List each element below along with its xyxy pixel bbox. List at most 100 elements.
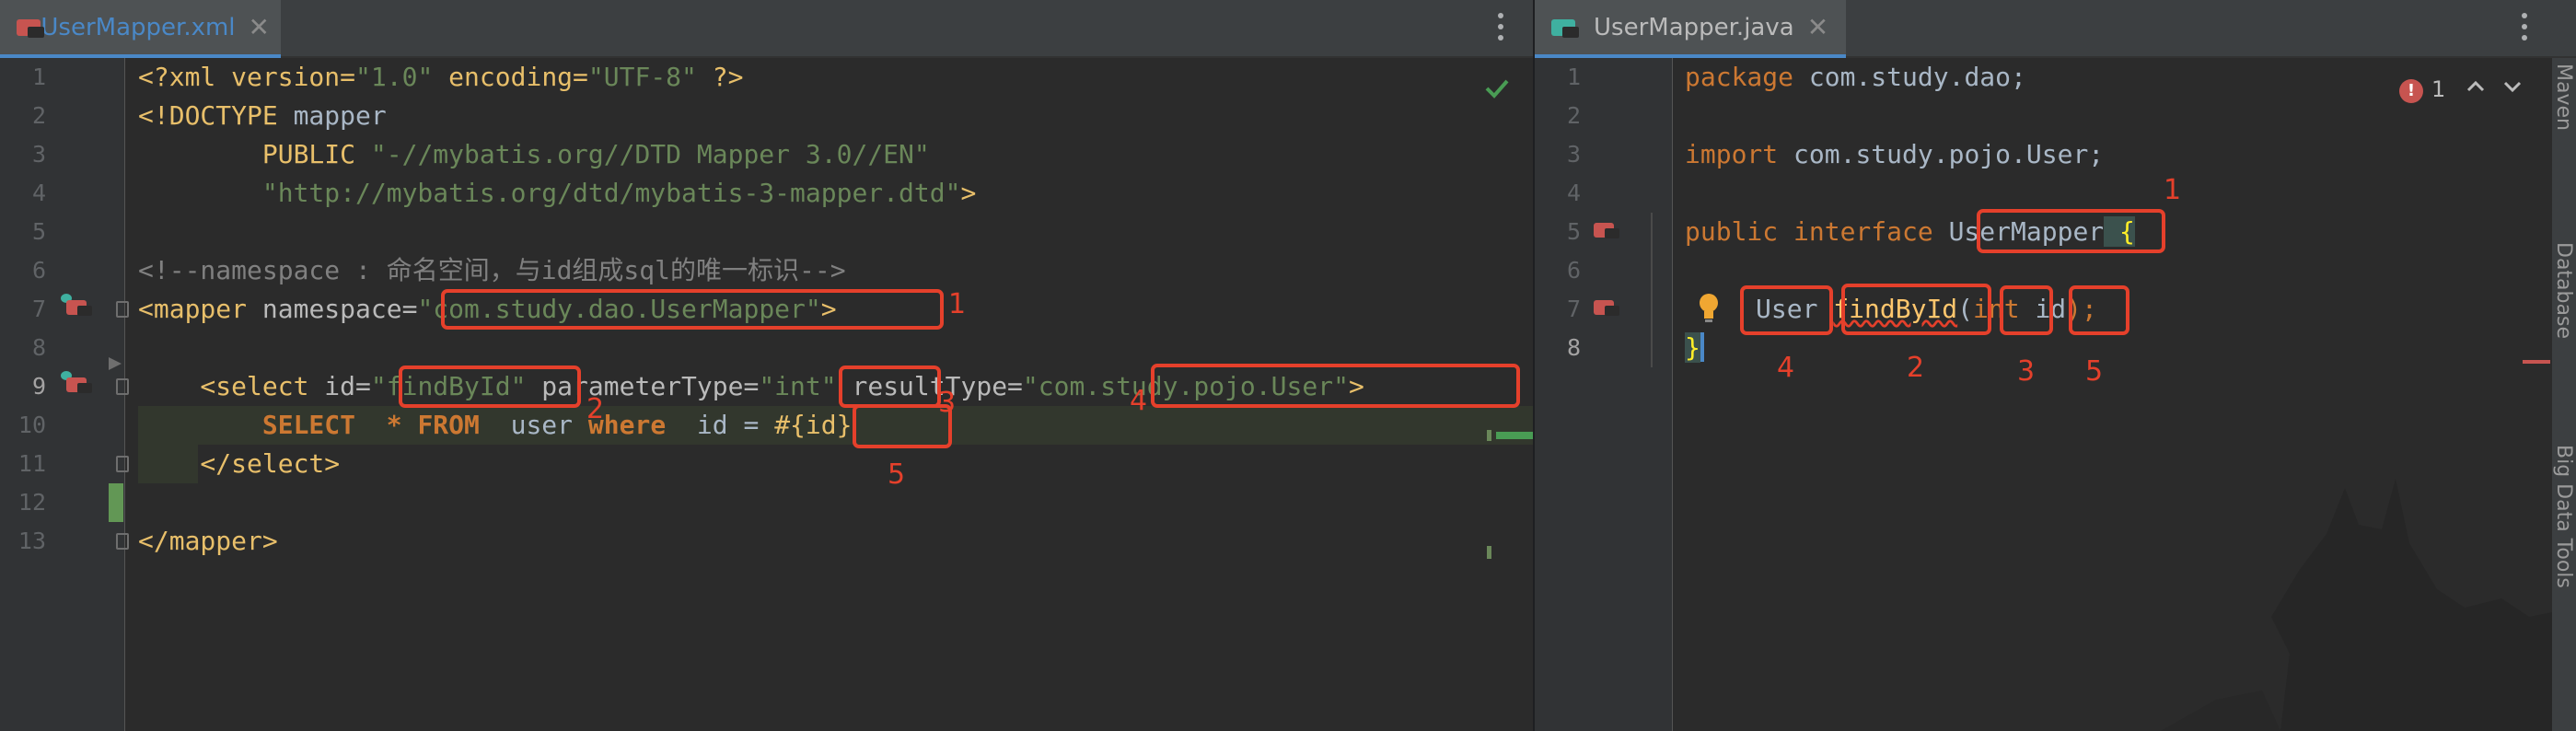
sql-from: * FROM xyxy=(355,410,480,440)
text-cursor xyxy=(1700,332,1704,362)
navigate-icon[interactable] xyxy=(1594,297,1619,318)
code-line-10: SELECT * FROM user where id = #{id} xyxy=(138,406,853,445)
annotation-box-param-type xyxy=(2000,285,2053,335)
annotation-label: 2 xyxy=(586,393,605,425)
line-number: 6 xyxy=(31,257,46,284)
line-number: 7 xyxy=(31,296,46,322)
code-line-13: </mapper> xyxy=(138,526,278,556)
interface-keyword: public interface xyxy=(1685,216,1949,247)
big-data-tools-tab[interactable]: Big Data Tools xyxy=(2552,445,2575,588)
package-name: com.study.dao; xyxy=(1793,62,2026,92)
code-line-2: <!DOCTYPE mapper xyxy=(138,97,387,135)
check-icon xyxy=(1485,79,1509,99)
annotation-label: 4 xyxy=(1777,352,1795,384)
attr-value: "UTF-8" xyxy=(587,62,697,92)
id-attr: id= xyxy=(308,371,371,401)
code-line-3: PUBLIC "-//mybatis.org//DTD Mapper 3.0//… xyxy=(138,135,930,174)
left-editor-pane: UserMapper.xml ✕ 1 2 3 4 5 6 7 8 9 10 11… xyxy=(0,0,1533,731)
tab-title: UserMapper.java xyxy=(1594,13,1794,41)
scroll-marker xyxy=(1496,432,1533,439)
line-number: 4 xyxy=(31,180,46,206)
close-icon[interactable]: ✕ xyxy=(1807,12,1828,42)
error-stripe-marker xyxy=(2523,360,2550,364)
database-tool-tab[interactable]: Database xyxy=(2552,242,2575,339)
annotation-label: 3 xyxy=(938,387,957,419)
attr-name: encoding= xyxy=(433,62,588,92)
public-id: "-//mybatis.org//DTD Mapper 3.0//EN" xyxy=(370,139,930,169)
line-number: 8 xyxy=(1566,334,1581,361)
annotation-box-method xyxy=(1841,284,1991,335)
line-number: 6 xyxy=(1566,257,1581,284)
tab-usermapper-java[interactable]: UserMapper.java ✕ xyxy=(1535,0,1846,58)
tab-title: UserMapper.xml xyxy=(41,13,236,41)
parametertype-value: "int" xyxy=(759,371,837,401)
code-line-1: package com.study.dao; xyxy=(1685,58,2026,97)
import-keyword: import xyxy=(1685,139,1779,169)
fold-guide xyxy=(1651,213,1653,367)
left-tab-bar: UserMapper.xml ✕ xyxy=(0,0,1533,58)
breakpoint-arrow-icon xyxy=(109,357,122,370)
code-line-8: } xyxy=(1685,329,1704,367)
package-keyword: package xyxy=(1685,62,1794,92)
line-number: 1 xyxy=(1566,64,1581,90)
import-name: com.study.pojo.User; xyxy=(1778,139,2105,169)
line-number: 2 xyxy=(1566,102,1581,129)
code-line-11: </select> xyxy=(138,448,341,479)
xml-decl-end: ?> xyxy=(696,62,744,92)
navigate-icon[interactable] xyxy=(61,371,92,395)
fold-icon[interactable] xyxy=(116,378,129,395)
line-number: 10 xyxy=(17,412,46,438)
line-number: 9 xyxy=(31,373,46,400)
line-number: 5 xyxy=(1566,218,1581,245)
annotation-box-parametertype xyxy=(839,366,941,408)
system-id: "http://mybatis.org/dtd/mybatis-3-mapper… xyxy=(261,178,961,208)
intention-bulb-icon[interactable] xyxy=(1699,293,1719,324)
right-editor-pane: UserMapper.java ✕ 1 2 3 4 5 6 7 8 packag… xyxy=(1535,0,2576,731)
arrow-down-icon[interactable] xyxy=(2501,75,2524,98)
navigate-icon[interactable] xyxy=(61,294,92,318)
more-options-icon[interactable] xyxy=(2520,13,2529,44)
arrow-up-icon[interactable] xyxy=(2465,75,2487,98)
annotation-box-param xyxy=(853,404,952,448)
line-number: 5 xyxy=(31,218,46,245)
right-tool-strip: Maven Database Big Data Tools xyxy=(2552,58,2576,731)
fold-icon[interactable] xyxy=(116,533,129,550)
mapper-tag: <mapper xyxy=(138,294,248,324)
annotation-label: 4 xyxy=(1130,385,1148,417)
sql-select: SELECT xyxy=(138,410,356,440)
more-options-icon[interactable] xyxy=(1496,13,1505,44)
right-tab-bar: UserMapper.java ✕ xyxy=(1535,0,2576,58)
annotation-box-interface xyxy=(1977,209,2165,253)
error-icon[interactable]: ! xyxy=(2399,79,2423,103)
annotation-label: 5 xyxy=(888,458,906,491)
xml-decl: <?xml version= xyxy=(138,62,356,92)
close-icon[interactable]: ✕ xyxy=(249,12,270,42)
annotation-label: 2 xyxy=(1907,352,1925,384)
doctype: <!DOCTYPE xyxy=(138,100,278,131)
gutter-separator xyxy=(1672,58,1673,731)
annotation-label: 1 xyxy=(2164,174,2182,206)
namespace-attr: namespace= xyxy=(247,294,418,324)
annotation-label: 1 xyxy=(948,288,967,320)
line-number: 12 xyxy=(17,489,46,516)
line-number: 8 xyxy=(31,334,46,361)
tag-close: > xyxy=(960,178,977,208)
problems-count[interactable]: 1 xyxy=(2431,76,2445,102)
annotation-box-resulttype xyxy=(1151,364,1520,408)
code-line-1: <?xml version="1.0" encoding="UTF-8" ?> xyxy=(138,58,743,97)
tab-usermapper-xml[interactable]: UserMapper.xml ✕ xyxy=(0,0,281,58)
navigate-icon[interactable] xyxy=(1594,220,1619,240)
fold-icon[interactable] xyxy=(116,456,129,472)
file-type-icon xyxy=(15,16,44,40)
fold-icon[interactable] xyxy=(116,301,129,318)
line-number: 3 xyxy=(31,141,46,168)
background-silhouette-image xyxy=(2161,479,2552,731)
line-number: 1 xyxy=(31,64,46,90)
select-tag: <select xyxy=(138,371,309,401)
file-type-icon xyxy=(1549,16,1581,40)
annotation-label: 5 xyxy=(2085,355,2104,388)
maven-tool-tab[interactable]: Maven xyxy=(2552,64,2575,131)
public-keyword: PUBLIC xyxy=(138,139,371,169)
line-number: 13 xyxy=(17,528,46,554)
